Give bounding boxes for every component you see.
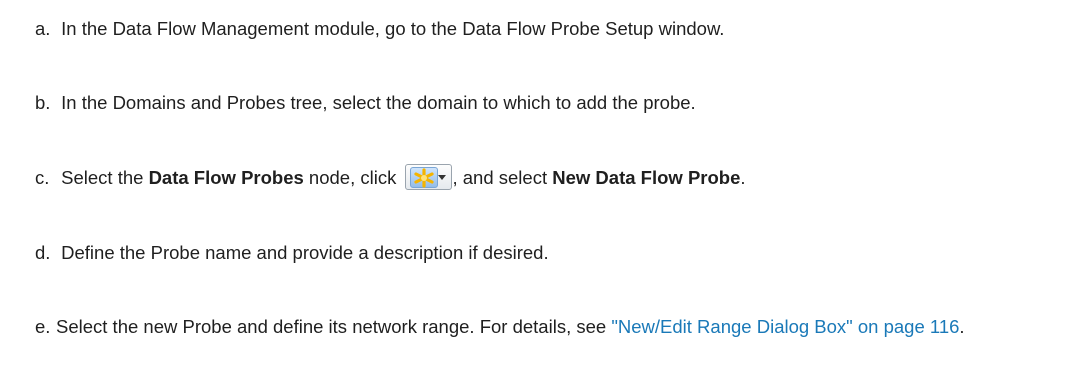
step-c-pre: Select the (61, 167, 149, 188)
step-d-marker: d. (35, 242, 51, 263)
step-b-marker: b. (35, 92, 51, 113)
step-c-end: . (740, 167, 746, 188)
step-b: b. In the Domains and Probes tree, selec… (35, 87, 1058, 119)
step-b-text: In the Domains and Probes tree, select t… (61, 92, 696, 113)
step-d-text: Define the Probe name and provide a desc… (61, 242, 549, 263)
dropdown-arrow-icon (438, 175, 447, 180)
step-c: c. Select the Data Flow Probes node, cli… (35, 162, 1058, 194)
step-a-marker: a. (35, 18, 51, 39)
step-c-mid: node, click (303, 167, 402, 188)
step-a-text: In the Data Flow Management module, go t… (61, 18, 725, 39)
step-c-post: , and select (452, 167, 553, 188)
step-d: d. Define the Probe name and provide a d… (35, 237, 1058, 269)
step-e-pre: Select the new Probe and define its netw… (56, 316, 612, 337)
new-item-star-dropdown-icon (405, 164, 453, 190)
star-icon (414, 168, 435, 188)
step-e: e. Select the new Probe and define its ne… (35, 311, 1048, 343)
step-c-bold-data-flow-probes: Data Flow Probes (148, 167, 304, 188)
step-e-end: . (959, 316, 965, 337)
step-e-marker: e. (35, 316, 51, 337)
step-c-marker: c. (35, 167, 50, 188)
step-a: a. In the Data Flow Management module, g… (35, 13, 1058, 45)
new-edit-range-dialog-link[interactable]: "New/Edit Range Dialog Box" on page 116 (611, 316, 959, 337)
step-c-bold-new-data-flow-probe: New Data Flow Probe (552, 167, 741, 188)
